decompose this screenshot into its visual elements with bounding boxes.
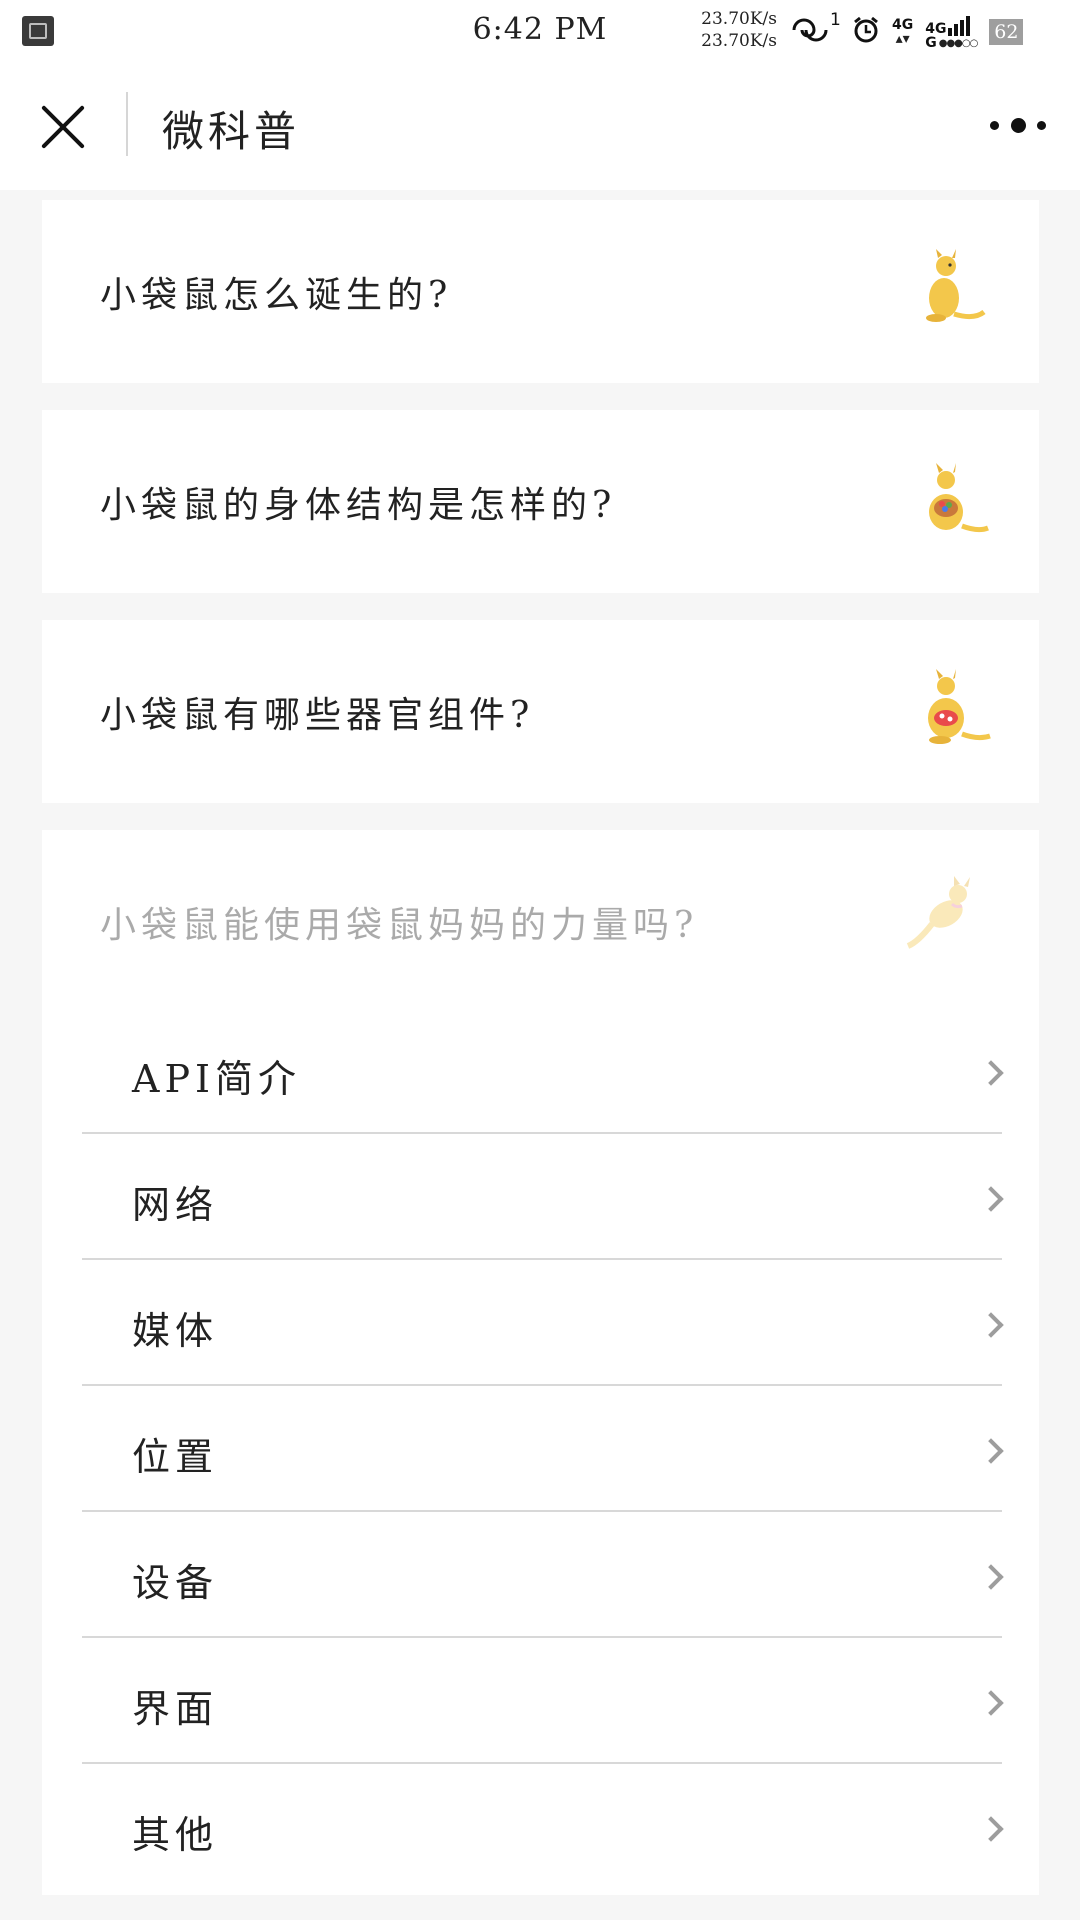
chevron-right-icon — [978, 1438, 1004, 1464]
alarm-icon — [852, 16, 880, 48]
chevron-right-icon — [978, 1312, 1004, 1338]
chevron-right-icon — [978, 1186, 1004, 1212]
topic-title: 小袋鼠的身体结构是怎样的? — [100, 485, 617, 526]
topic-card[interactable]: 小袋鼠的身体结构是怎样的? — [42, 410, 1039, 593]
kangaroo-basket-illustration — [929, 463, 989, 533]
topic-card-expanded[interactable]: 小袋鼠能使用袋鼠妈妈的力量吗? API简介 网络 媒体 位置 设备 界面 其他 — [42, 830, 1039, 1895]
chevron-right-icon — [978, 1816, 1004, 1842]
menu-item-label: API简介 — [132, 1057, 302, 1101]
menu-item[interactable]: 媒体 — [82, 1260, 1004, 1386]
menu-item-label: 位置 — [132, 1435, 219, 1479]
speed-up: 23.70K/s — [701, 9, 777, 29]
battery-icon: 62 — [989, 19, 1024, 45]
topic-title: 小袋鼠有哪些器官组件? — [100, 695, 535, 736]
kangaroo-pouch-illustration — [928, 669, 991, 744]
menu-item-label: 网络 — [132, 1183, 219, 1227]
topic-title: 小袋鼠能使用袋鼠妈妈的力量吗? — [100, 905, 699, 946]
more-dots-icon[interactable] — [990, 112, 1046, 138]
status-bar: 6:42 PM 23.70K/s 23.70K/s 1 4G ▴▾ 4G G ●… — [0, 0, 1080, 62]
menu-item[interactable]: 设备 — [82, 1512, 1004, 1638]
menu-item-label: 设备 — [132, 1561, 219, 1605]
menu-item-label: 其他 — [132, 1813, 219, 1857]
signal-icon: 4G G ●●●○○ — [925, 14, 978, 50]
speed-down: 23.70K/s — [701, 31, 777, 51]
page-title: 微科普 — [162, 107, 301, 156]
chevron-right-icon — [978, 1564, 1004, 1590]
topic-card[interactable]: 小袋鼠有哪些器官组件? — [42, 620, 1039, 803]
menu-item[interactable]: 位置 — [82, 1386, 1004, 1512]
data-arrows-icon: 4G ▴▾ — [892, 17, 914, 47]
network-speed: 23.70K/s 23.70K/s — [697, 8, 777, 52]
menu-item[interactable]: API简介 — [82, 1008, 1004, 1134]
status-icons: 1 4G ▴▾ 4G G ●●●○○ 62 — [790, 10, 1024, 54]
chevron-right-icon — [978, 1060, 1004, 1086]
chevron-right-icon — [978, 1690, 1004, 1716]
menu-item-label: 媒体 — [132, 1309, 219, 1353]
close-icon[interactable] — [38, 102, 88, 152]
hd-call-icon: 1 — [790, 12, 841, 49]
nav-divider — [126, 92, 128, 156]
kangaroo-jumping-illustration — [906, 876, 970, 949]
nav-bar: 微科普 — [0, 62, 1080, 190]
menu-item[interactable]: 网络 — [82, 1134, 1004, 1260]
topic-title: 小袋鼠怎么诞生的? — [100, 275, 453, 316]
menu-item[interactable]: 界面 — [82, 1638, 1004, 1764]
menu-item-label: 界面 — [132, 1687, 219, 1731]
topic-card[interactable]: 小袋鼠怎么诞生的? — [42, 200, 1039, 383]
sim-badge: 1 — [830, 10, 841, 30]
menu-item[interactable]: 其他 — [82, 1764, 1004, 1890]
kangaroo-illustration — [926, 249, 986, 322]
